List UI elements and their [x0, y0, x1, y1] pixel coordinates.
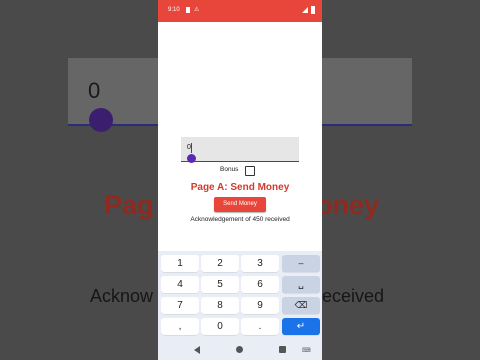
battery-icon: [311, 6, 315, 14]
key-0[interactable]: 0: [201, 318, 239, 335]
amount-input[interactable]: 0: [181, 137, 299, 162]
page-title: Page A: Send Money: [190, 182, 290, 193]
key-period[interactable]: .: [241, 318, 279, 335]
bg-ack-right: eceived: [322, 286, 385, 306]
bonus-checkbox[interactable]: [245, 166, 255, 176]
bg-input-value: 0: [88, 78, 101, 103]
bg-ack-left: Acknow: [90, 286, 154, 306]
cursor-handle[interactable]: [187, 154, 196, 163]
key-1[interactable]: 1: [161, 255, 199, 272]
phone-screen: 9:10 ⚠ 0 Bonus Page A: Send Money Send M…: [158, 0, 322, 360]
signal-icon: [302, 7, 308, 13]
bg-title-right: oney: [316, 190, 380, 220]
status-time: 9:10: [168, 7, 180, 13]
recents-icon[interactable]: [279, 346, 286, 353]
back-icon[interactable]: [194, 346, 200, 354]
sim-icon: [186, 7, 190, 13]
key-minus[interactable]: –: [282, 255, 320, 272]
text-caret: [191, 143, 192, 153]
home-icon[interactable]: [236, 346, 243, 353]
notification-icon: ⚠: [194, 7, 200, 13]
keyboard-switch-icon[interactable]: ⌨: [302, 347, 311, 354]
bonus-label: Bonus: [220, 166, 239, 173]
acknowledgement-text: Acknowledgement of 450 received: [190, 216, 290, 223]
navigation-bar: ⌨: [158, 341, 322, 360]
key-2[interactable]: 2: [201, 255, 239, 272]
key-9[interactable]: 9: [241, 297, 279, 314]
send-money-button[interactable]: Send Money: [214, 197, 266, 212]
bg-title-left: Pag: [104, 190, 154, 220]
key-space[interactable]: ␣: [282, 276, 320, 293]
key-3[interactable]: 3: [241, 255, 279, 272]
backspace-icon[interactable]: ⌫: [282, 297, 320, 314]
key-6[interactable]: 6: [241, 276, 279, 293]
key-8[interactable]: 8: [201, 297, 239, 314]
status-bar: 9:10 ⚠: [158, 0, 322, 22]
numeric-keyboard: 1 2 3 – 4 5 6 ␣ 7 8 9 ⌫ , 0 . ↵: [158, 251, 322, 341]
key-4[interactable]: 4: [161, 276, 199, 293]
key-7[interactable]: 7: [161, 297, 199, 314]
key-comma[interactable]: ,: [161, 318, 199, 335]
enter-icon[interactable]: ↵: [282, 318, 320, 335]
bg-cursor-handle: [89, 108, 113, 132]
key-5[interactable]: 5: [201, 276, 239, 293]
